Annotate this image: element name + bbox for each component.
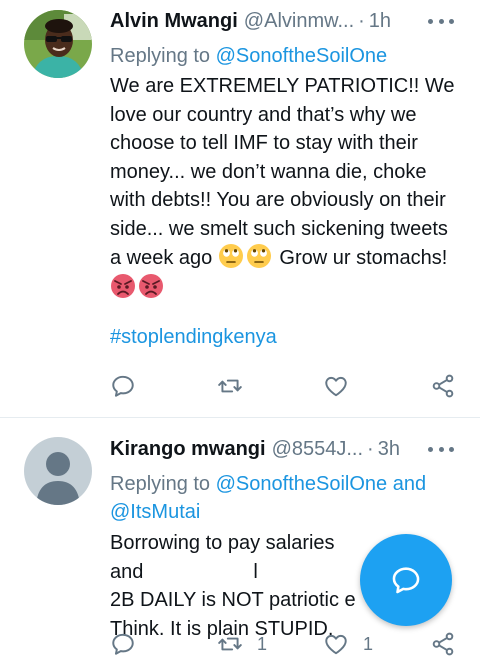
reply-button[interactable]	[110, 629, 150, 659]
tweet-text-fragment: l	[253, 560, 258, 583]
avatar-photo	[24, 10, 92, 78]
replying-to: Replying to @SonoftheSoilOne	[110, 42, 460, 70]
tweet-text: We are EXTREMELY PATRIOTIC!! We love our…	[110, 72, 460, 302]
retweet-count: 1	[257, 633, 268, 654]
tweet-header: Alvin Mwangi @Alvinmw... · 1h	[110, 8, 460, 34]
tweet-text-main: We are EXTREMELY PATRIOTIC!! We love our…	[110, 75, 455, 269]
angry-face-icon	[139, 273, 163, 298]
face-with-rolling-eyes-icon	[246, 244, 271, 268]
user-handle[interactable]: @Alvinmw...	[244, 10, 354, 33]
tweet-alvin-mwangi[interactable]: Alvin Mwangi @Alvinmw... · 1h Replying t…	[0, 0, 480, 418]
default-avatar-icon	[24, 437, 92, 505]
display-name[interactable]: Alvin Mwangi	[110, 10, 238, 33]
tweet-actions	[110, 371, 460, 401]
heart-icon	[325, 634, 347, 655]
replying-prefix: Replying to	[110, 473, 211, 495]
hashtag-link[interactable]: #stoplendingkenya	[110, 326, 277, 349]
user-handle[interactable]: @8554J...	[272, 438, 363, 461]
retweet-button[interactable]	[217, 371, 257, 401]
avatar[interactable]	[24, 10, 92, 78]
tweet-header: Kirango mwangi @8554J... · 3h	[110, 436, 460, 462]
tweet-actions: 1 1	[110, 629, 460, 659]
share-button[interactable]	[430, 629, 456, 659]
like-button[interactable]: 1	[323, 629, 373, 659]
compose-reply-icon	[392, 567, 420, 594]
angry-face-icon	[111, 273, 135, 298]
replying-prefix: Replying to	[110, 45, 211, 67]
share-icon	[432, 632, 454, 656]
share-icon	[432, 374, 454, 398]
separator-dot: ·	[358, 9, 365, 32]
tweet-text-fragment: Borrowing to pay salaries and	[110, 532, 335, 583]
avatar[interactable]	[24, 437, 92, 505]
timestamp[interactable]: 3h	[378, 438, 400, 461]
mention-joiner: and	[392, 473, 427, 495]
more-horizontal-icon[interactable]	[428, 8, 454, 34]
reply-bubble-icon	[112, 633, 134, 655]
retweet-icon	[218, 379, 242, 393]
mention-link[interactable]: @SonoftheSoilOne	[216, 473, 388, 495]
timestamp[interactable]: 1h	[369, 10, 391, 33]
reply-button[interactable]	[110, 371, 150, 401]
mention-link[interactable]: @ItsMutai	[110, 501, 200, 523]
tweet-text-tail: Grow ur stomachs!	[279, 247, 448, 269]
mention-link[interactable]: @SonoftheSoilOne	[216, 45, 388, 67]
display-name[interactable]: Kirango mwangi	[110, 438, 266, 461]
share-button[interactable]	[430, 371, 456, 401]
reply-bubble-icon	[112, 375, 134, 397]
face-with-rolling-eyes-icon	[218, 244, 243, 268]
like-button[interactable]	[323, 371, 363, 401]
heart-icon	[325, 376, 347, 397]
more-horizontal-icon[interactable]	[428, 436, 454, 462]
replying-to: Replying to @SonoftheSoilOne and @ItsMut…	[110, 470, 460, 526]
retweet-icon	[218, 637, 242, 651]
separator-dot: ·	[367, 437, 374, 460]
like-count: 1	[363, 633, 374, 654]
retweet-button[interactable]: 1	[217, 629, 267, 659]
compose-reply-button[interactable]	[360, 534, 452, 626]
